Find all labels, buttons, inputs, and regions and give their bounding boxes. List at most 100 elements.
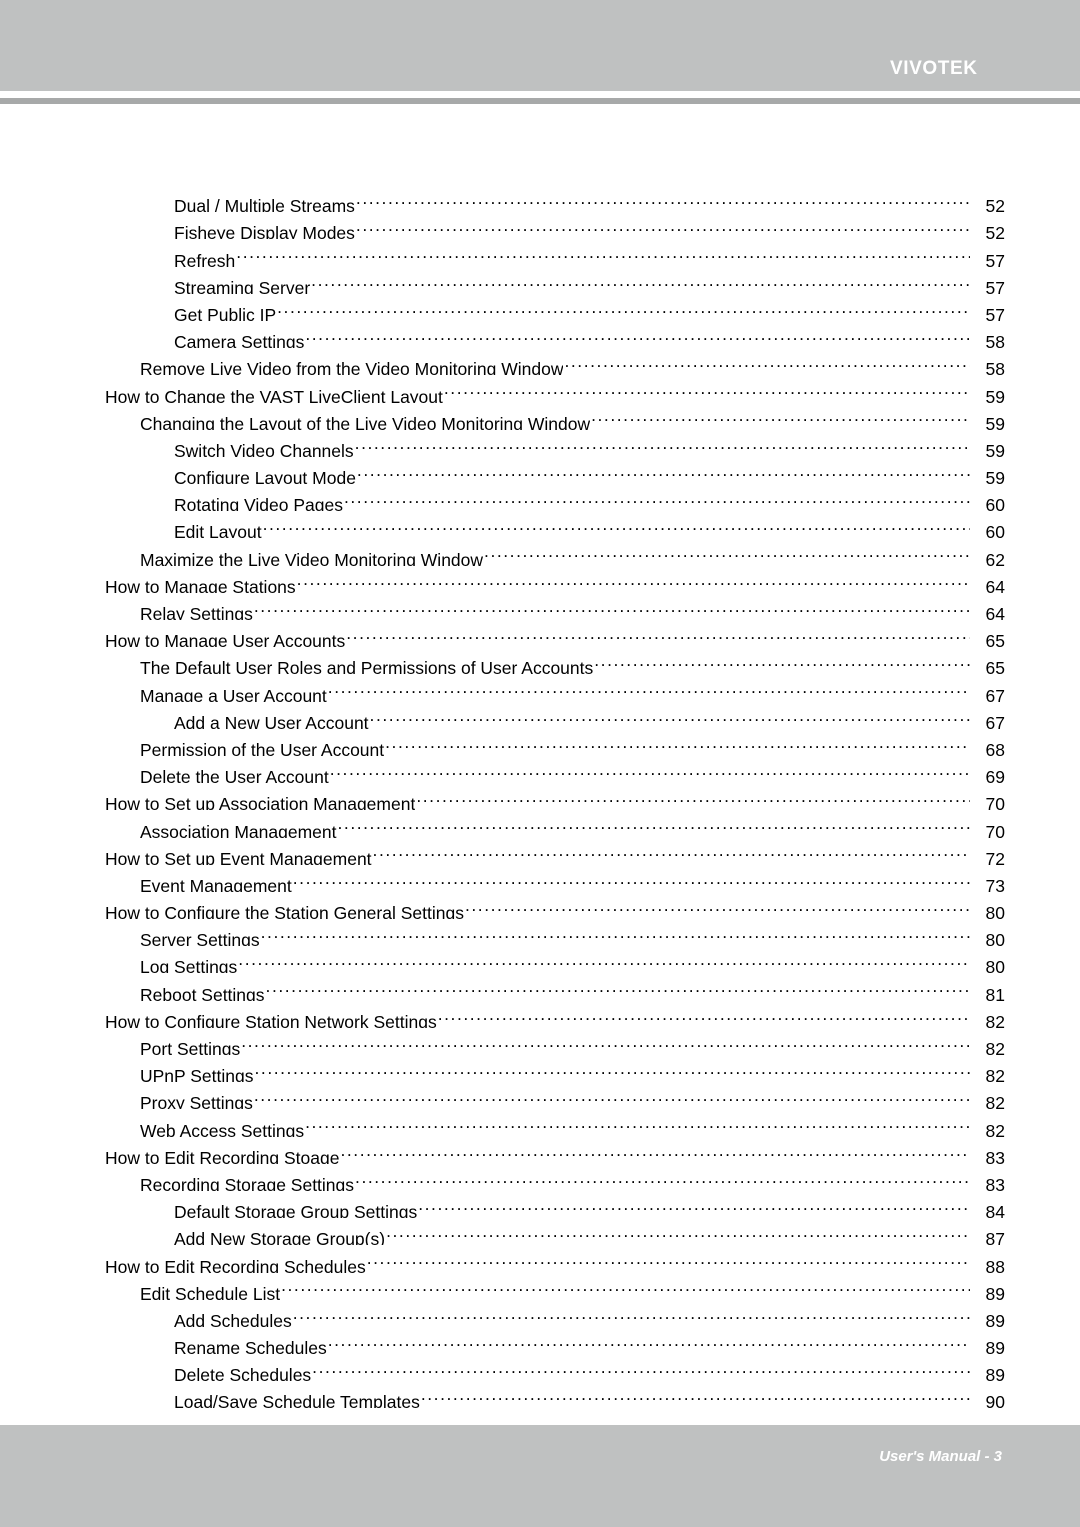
toc-entry-page-number: 82	[985, 1093, 1005, 1110]
toc-dot-leader	[340, 1137, 970, 1164]
toc-dot-leader	[293, 865, 970, 892]
toc-entry-page-number: 88	[985, 1256, 1005, 1273]
toc-entry[interactable]: Reboot Settings 81	[0, 973, 1080, 1000]
toc-dot-leader	[305, 1109, 970, 1136]
toc-entry-page-number: 82	[985, 1120, 1005, 1137]
toc-entry[interactable]: How to Manage Stations 64	[0, 566, 1080, 593]
toc-entry[interactable]: Camera Settings 58	[0, 321, 1080, 348]
toc-entry[interactable]: How to Change the VAST LiveClient Layout…	[0, 375, 1080, 402]
toc-entry[interactable]: How to Configure the Station General Set…	[0, 892, 1080, 919]
toc-entry-title: Configure Layout Mode	[174, 468, 356, 485]
toc-entry[interactable]: Add New Storage Group(s) 87	[0, 1218, 1080, 1245]
toc-entry-title: Permission of the User Account	[140, 739, 385, 756]
toc-entry-page-number: 82	[985, 1011, 1005, 1028]
toc-dot-leader	[344, 484, 970, 511]
toc-entry[interactable]: How to Configure Station Network Setting…	[0, 1001, 1080, 1028]
toc-entry-page-number: 81	[985, 984, 1005, 1001]
toc-entry[interactable]: Delete Schedules 89	[0, 1354, 1080, 1381]
toc-entry-page-number: 60	[985, 495, 1005, 512]
toc-entry[interactable]: Rename Schedules 89	[0, 1327, 1080, 1354]
toc-entry-title: How to Edit Recording Stoage	[105, 1147, 340, 1164]
toc-entry[interactable]: Streaming Server 57	[0, 267, 1080, 294]
toc-entry[interactable]: Event Management 73	[0, 865, 1080, 892]
toc-entry[interactable]: How to Edit Recording Stoage 83	[0, 1137, 1080, 1164]
toc-entry-title: Changing the Layout of the Live Video Mo…	[140, 413, 591, 430]
toc-entry[interactable]: Load/Save Schedule Templates 90	[0, 1381, 1080, 1408]
toc-entry-page-number: 70	[985, 794, 1005, 811]
vivotek-logo: VIVOTEK	[890, 58, 978, 79]
toc-entry[interactable]: How to Manage User Accounts 65	[0, 620, 1080, 647]
toc-entry[interactable]: Association Management 70	[0, 810, 1080, 837]
toc-entry-title: Proxy Settings	[140, 1093, 253, 1110]
toc-dot-leader	[328, 674, 970, 701]
toc-entry[interactable]: Proxy Settings 82	[0, 1082, 1080, 1109]
toc-entry[interactable]: Rotating Video Pages 60	[0, 484, 1080, 511]
toc-entry-title: How to Set up Association Management	[105, 794, 416, 811]
toc-entry-page-number: 83	[985, 1174, 1005, 1191]
toc-entry[interactable]: Default Storage Group Settings 84	[0, 1191, 1080, 1218]
toc-entry[interactable]: Manage a User Account 67	[0, 674, 1080, 701]
toc-entry[interactable]: Configure Layout Mode 59	[0, 457, 1080, 484]
toc-entry[interactable]: Edit Layout 60	[0, 511, 1080, 538]
toc-entry[interactable]: Maximize the Live Video Monitoring Windo…	[0, 538, 1080, 565]
toc-dot-leader	[330, 756, 970, 783]
toc-dot-leader	[254, 593, 970, 620]
toc-dot-leader	[370, 702, 970, 729]
toc-entry[interactable]: UPnP Settings 82	[0, 1055, 1080, 1082]
toc-entry[interactable]: How to Set up Event Management 72	[0, 838, 1080, 865]
toc-entry[interactable]: Switch Video Channels 59	[0, 430, 1080, 457]
toc-entry[interactable]: Remove Live Video from the Video Monitor…	[0, 348, 1080, 375]
toc-entry-page-number: 58	[985, 332, 1005, 349]
toc-entry-page-number: 65	[985, 631, 1005, 648]
toc-entry[interactable]: Dual / Multiple Streams 52	[0, 185, 1080, 212]
toc-entry[interactable]: Delete the User Account 69	[0, 756, 1080, 783]
toc-entry-title: Camera Settings	[174, 332, 305, 349]
toc-entry[interactable]: Recording Storage Settings 83	[0, 1164, 1080, 1191]
toc-entry[interactable]: How to Set up Association Management 70	[0, 783, 1080, 810]
toc-entry-page-number: 64	[985, 604, 1005, 620]
toc-entry[interactable]: Fisheye Display Modes 52	[0, 212, 1080, 239]
toc-entry[interactable]: Web Access Settings 82	[0, 1109, 1080, 1136]
toc-entry-title: Delete Schedules	[174, 1365, 312, 1382]
toc-dot-leader	[293, 1300, 970, 1327]
toc-entry[interactable]: Edit Schedule List 89	[0, 1273, 1080, 1300]
toc-entry-title: Remove Live Video from the Video Monitor…	[140, 359, 564, 376]
toc-dot-leader	[386, 1218, 970, 1245]
toc-entry-page-number: 82	[985, 1066, 1005, 1083]
toc-entry[interactable]: Changing the Layout of the Live Video Mo…	[0, 403, 1080, 430]
toc-dot-leader	[346, 620, 970, 647]
toc-dot-leader	[255, 1055, 971, 1082]
page-footer-bar	[0, 1425, 1080, 1527]
toc-entry[interactable]: Refresh 57	[0, 239, 1080, 266]
toc-entry-title: How to Configure Station Network Setting…	[105, 1011, 437, 1028]
toc-entry-title: Default Storage Group Settings	[174, 1202, 418, 1219]
toc-entry[interactable]: How to Edit Recording Schedules 88	[0, 1245, 1080, 1272]
toc-entry-title: Refresh	[174, 250, 236, 267]
toc-entry-title: Port Settings	[140, 1039, 241, 1055]
toc-entry[interactable]: Permission of the User Account 68	[0, 729, 1080, 756]
toc-entry[interactable]: Relay Settings 64	[0, 593, 1080, 620]
toc-dot-leader	[356, 212, 970, 239]
toc-entry-page-number: 64	[985, 576, 1005, 593]
toc-entry[interactable]: Log Settings 80	[0, 946, 1080, 973]
toc-entry-title: Rename Schedules	[174, 1338, 327, 1355]
toc-entry[interactable]: Server Settings 80	[0, 919, 1080, 946]
toc-dot-leader	[591, 403, 970, 430]
toc-dot-leader	[418, 1191, 970, 1218]
toc-entry-title: Maximize the Live Video Monitoring Windo…	[140, 549, 484, 566]
toc-dot-leader	[238, 946, 970, 973]
toc-dot-leader	[311, 267, 970, 294]
toc-entry[interactable]: Add a New User Account 67	[0, 702, 1080, 729]
toc-entry[interactable]: Add Schedules 89	[0, 1300, 1080, 1327]
toc-entry-page-number: 80	[985, 930, 1005, 947]
toc-entry-title: Add Schedules	[174, 1310, 292, 1327]
toc-entry-title: Edit Layout	[174, 522, 262, 539]
toc-dot-leader	[312, 1354, 970, 1381]
toc-entry-title: Edit Schedule List	[140, 1283, 281, 1300]
toc-entry-page-number: 57	[985, 250, 1005, 267]
toc-entry[interactable]: The Default User Roles and Permissions o…	[0, 647, 1080, 674]
toc-entry[interactable]: Port Settings 82	[0, 1028, 1080, 1055]
toc-entry-title: How to Manage User Accounts	[105, 631, 346, 648]
toc-entry[interactable]: Get Public IP 57	[0, 294, 1080, 321]
toc-dot-leader	[254, 1082, 970, 1109]
